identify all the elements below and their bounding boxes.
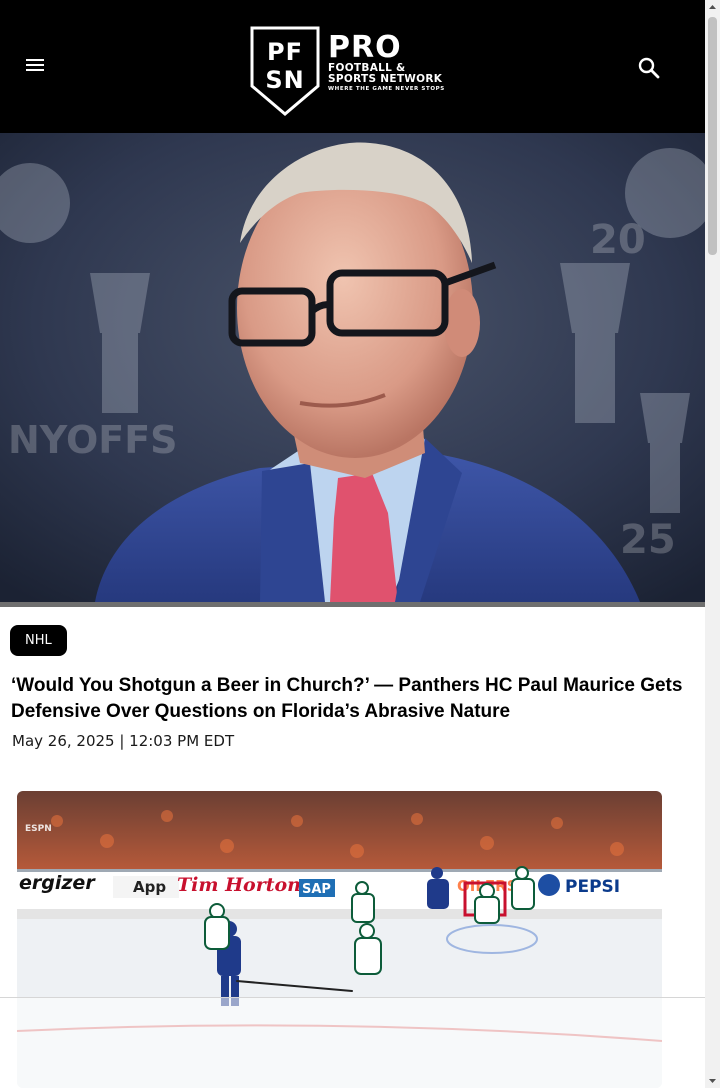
svg-text:25: 25 [620,517,676,563]
site-header: PF SN PRO FOOTBALL & SPORTS NETWORK WHER… [0,0,705,133]
board-ad-sap: SAP [302,882,331,897]
vertical-scrollbar[interactable] [705,0,720,1088]
category-tag-nhl[interactable]: NHL [10,625,67,656]
hamburger-menu-icon[interactable] [22,56,48,80]
svg-text:NYOFFS: NYOFFS [8,418,178,462]
article-headline: ‘Would You Shotgun a Beer in Church?’ — … [11,675,683,722]
scroll-down-arrow-icon[interactable] [705,1073,720,1088]
logo-shield: PF SN [250,26,320,116]
hero-divider [0,602,705,607]
page: PF SN PRO FOOTBALL & SPORTS NETWORK WHER… [0,0,705,1088]
board-ad-tim-hortons: Tim Hortons [177,874,312,896]
scroll-up-arrow-icon[interactable] [705,0,720,15]
board-ad-energizer: ergizer [19,872,96,894]
search-icon[interactable] [636,55,662,81]
network-bug: ESPN [25,824,52,834]
logo-line-2: SPORTS NETWORK [328,73,443,85]
site-logo[interactable]: PF SN PRO FOOTBALL & SPORTS NETWORK WHER… [250,25,465,117]
logo-tagline: WHERE THE GAME NEVER STOPS [328,86,445,92]
article-dateline: May 26, 2025 | 12:03 PM EDT [12,732,235,750]
svg-text:SN: SN [265,66,304,94]
bottom-ad-overlay [0,997,705,1088]
board-ad-pepsi: PEPSI [565,877,620,897]
svg-text:20: 20 [590,217,646,263]
board-ad-app: App [133,878,166,896]
logo-wordmark: PRO FOOTBALL & SPORTS NETWORK WHERE THE … [328,33,445,94]
svg-text:PF: PF [267,38,303,66]
hero-image: NYOFFS 20 25 [0,133,705,602]
logo-pro: PRO [328,30,402,65]
scrollbar-thumb[interactable] [708,17,717,255]
